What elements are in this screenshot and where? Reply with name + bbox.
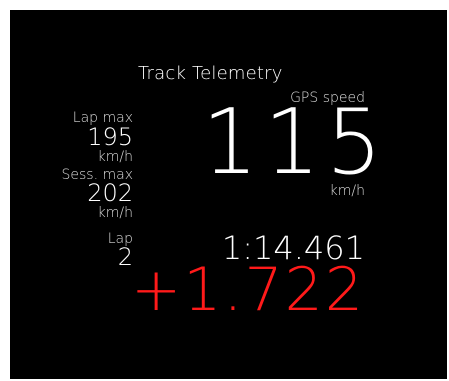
lap-max-unit: km/h [97, 149, 133, 165]
session-max-unit: km/h [97, 205, 133, 221]
lap-max-value: 195 [87, 123, 133, 151]
telemetry-screen: Track Telemetry GPS speed 115 km/h Lap m… [10, 10, 447, 379]
gps-speed-unit: km/h [329, 183, 365, 199]
session-max-value: 202 [87, 179, 133, 207]
lap-delta: +1.722 [130, 255, 365, 325]
page-title: Track Telemetry [138, 63, 283, 84]
gps-speed-value: 115 [202, 90, 389, 195]
